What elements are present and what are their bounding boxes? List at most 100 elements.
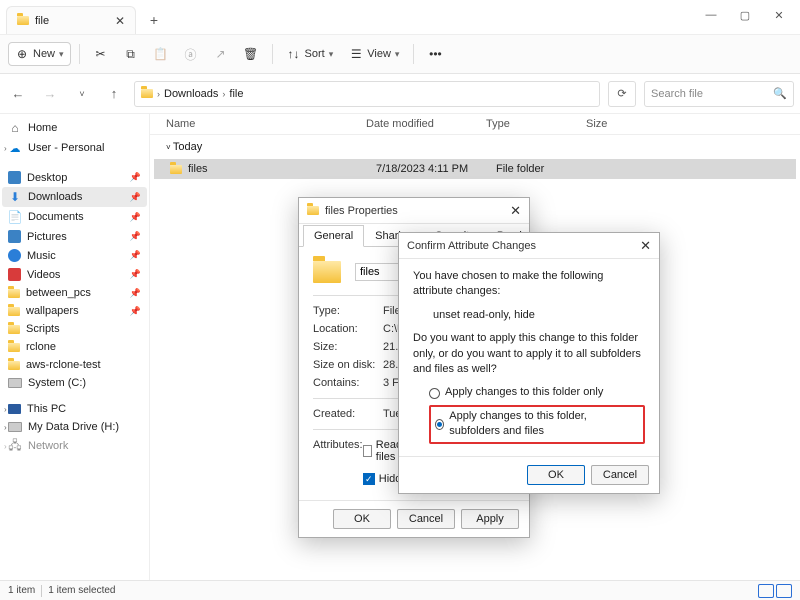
cut-button[interactable]: ✂ <box>88 43 114 65</box>
breadcrumb[interactable]: › Downloads › file <box>134 81 600 107</box>
details-view-button[interactable] <box>758 584 774 598</box>
sidebar: ⌂Home ›☁User - Personal Desktop📌 ⬇Downlo… <box>0 114 150 580</box>
view-icon: ☰ <box>349 47 363 61</box>
sidebar-item-pictures[interactable]: Pictures📌 <box>2 227 147 246</box>
radio-subfolders-files[interactable]: Apply changes to this folder, subfolders… <box>429 405 645 444</box>
delete-button[interactable]: 🗑 <box>238 43 264 65</box>
dialog-title-bar[interactable]: Confirm Attribute Changes ✕ <box>399 233 659 259</box>
sidebar-item-desktop[interactable]: Desktop📌 <box>2 168 147 187</box>
sidebar-item-system[interactable]: System (C:) <box>2 374 147 392</box>
label: Music <box>27 250 56 262</box>
folder-icon <box>141 89 153 98</box>
sidebar-item-home[interactable]: ⌂Home <box>2 118 147 138</box>
trash-icon: 🗑 <box>244 47 258 61</box>
col-type[interactable]: Type <box>486 118 586 130</box>
view-button[interactable]: ☰ View ▾ <box>343 43 405 65</box>
search-icon: 🔍 <box>773 87 787 100</box>
pin-icon: 📌 <box>130 212 141 223</box>
plus-icon: ⊕ <box>15 47 29 61</box>
label: rclone <box>26 341 56 353</box>
file-row[interactable]: files 7/18/2023 4:11 PM File folder <box>154 159 796 179</box>
group-header[interactable]: ˅ Today <box>150 135 800 159</box>
refresh-button[interactable]: ⟳ <box>608 81 636 107</box>
sidebar-item-thispc[interactable]: ›This PC <box>2 400 147 418</box>
sidebar-item-music[interactable]: Music 📌 <box>2 246 147 265</box>
sidebar-item-rclone[interactable]: rclone <box>2 338 147 356</box>
close-icon[interactable]: ✕ <box>510 203 521 219</box>
col-size[interactable]: Size <box>586 118 666 130</box>
radio-folder-only[interactable]: Apply changes to this folder only <box>429 385 645 400</box>
ok-button[interactable]: OK <box>333 509 391 529</box>
crumb-file[interactable]: file <box>229 88 243 100</box>
sidebar-item-videos[interactable]: Videos 📌 <box>2 265 147 284</box>
sidebar-item-network[interactable]: ›🖧Network <box>2 436 147 456</box>
sidebar-item-user[interactable]: ›☁User - Personal <box>2 138 147 158</box>
chevron-down-icon: ▾ <box>59 49 64 60</box>
sidebar-item-documents[interactable]: 📄Documents📌 <box>2 207 147 227</box>
scissors-icon: ✂ <box>94 47 108 61</box>
col-name[interactable]: Name <box>166 118 366 130</box>
folder-icon <box>8 361 20 370</box>
toolbar: ⊕ New ▾ ✂ ⧉ 📋 ⓐ ↗ 🗑 ↑↓ Sort ▾ ☰ View ▾ •… <box>0 34 800 74</box>
sort-label: Sort <box>305 48 325 60</box>
apply-button[interactable]: Apply <box>461 509 519 529</box>
sort-button[interactable]: ↑↓ Sort ▾ <box>281 43 340 65</box>
close-tab-icon[interactable]: ✕ <box>115 14 125 28</box>
sidebar-item-scripts[interactable]: Scripts <box>2 320 147 338</box>
column-headers[interactable]: Name Date modified Type Size <box>150 114 800 135</box>
chevron-right-icon: › <box>222 89 225 99</box>
label: Network <box>28 440 68 452</box>
sidebar-item-aws[interactable]: aws-rclone-test <box>2 356 147 374</box>
thumbnails-view-button[interactable] <box>776 584 792 598</box>
minimize-button[interactable]: — <box>694 2 728 28</box>
sidebar-item-mydata[interactable]: ›My Data Drive (H:) <box>2 418 147 436</box>
share-button[interactable]: ↗ <box>208 43 234 65</box>
label: Videos <box>27 269 60 281</box>
up-button[interactable]: ↑ <box>102 86 126 101</box>
label: This PC <box>27 403 66 415</box>
col-date[interactable]: Date modified <box>366 118 486 130</box>
cancel-button[interactable]: Cancel <box>397 509 455 529</box>
crumb-downloads[interactable]: Downloads <box>164 88 218 100</box>
dialog-title-bar[interactable]: files Properties ✕ <box>299 198 529 224</box>
label: between_pcs <box>26 287 91 299</box>
desktop-icon <box>8 171 21 184</box>
recent-button[interactable]: ˅ <box>70 89 94 99</box>
copy-button[interactable]: ⧉ <box>118 43 144 65</box>
folder-icon <box>8 325 20 334</box>
label: Apply changes to this folder, subfolders… <box>449 409 639 440</box>
cloud-icon: ☁ <box>8 141 22 155</box>
new-button[interactable]: ⊕ New ▾ <box>8 42 71 66</box>
label: wallpapers <box>26 305 79 317</box>
more-button[interactable]: ••• <box>422 43 448 65</box>
new-tab-button[interactable]: + <box>142 8 166 32</box>
label: Size on disk: <box>313 359 383 371</box>
pin-icon: 📌 <box>130 231 141 242</box>
label: Size: <box>313 341 383 353</box>
search-input[interactable]: Search file 🔍 <box>644 81 794 107</box>
tab-general[interactable]: General <box>303 225 364 247</box>
ok-button[interactable]: OK <box>527 465 585 485</box>
back-button[interactable]: ← <box>6 86 30 101</box>
pin-icon: 📌 <box>130 269 141 280</box>
sidebar-item-between[interactable]: between_pcs📌 <box>2 284 147 302</box>
pin-icon: 📌 <box>130 172 141 183</box>
paste-button[interactable]: 📋 <box>148 43 174 65</box>
maximize-button[interactable]: ▢ <box>728 2 762 28</box>
rename-button[interactable]: ⓐ <box>178 43 204 65</box>
pin-icon: 📌 <box>130 250 141 261</box>
forward-button[interactable]: → <box>38 86 62 101</box>
view-label: View <box>367 48 391 60</box>
close-window-button[interactable]: ✕ <box>762 2 796 28</box>
close-icon[interactable]: ✕ <box>640 238 651 254</box>
chevron-down-icon: ▾ <box>329 49 334 60</box>
cancel-button[interactable]: Cancel <box>591 465 649 485</box>
chevron-down-icon: ▾ <box>395 49 400 60</box>
label: Contains: <box>313 377 383 389</box>
folder-icon <box>307 206 319 215</box>
sidebar-item-downloads[interactable]: ⬇Downloads📌 <box>2 187 147 207</box>
sidebar-item-wallpapers[interactable]: wallpapers📌 <box>2 302 147 320</box>
window-tab[interactable]: file ✕ <box>6 6 136 34</box>
home-icon: ⌂ <box>8 121 22 135</box>
folder-icon <box>17 16 29 25</box>
